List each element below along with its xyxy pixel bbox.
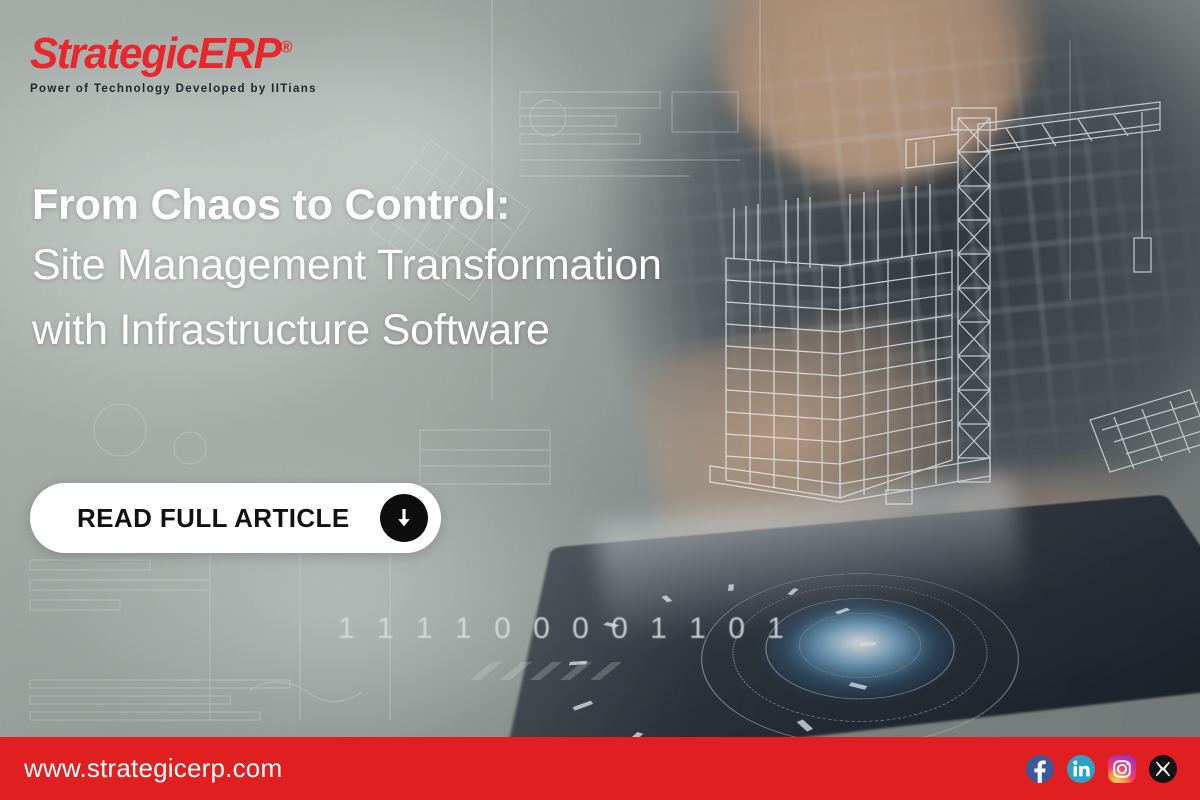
marketing-banner: 1 1 1 1 0 0 0 0 1 1 0 1 StrategicERP® Po…: [0, 0, 1200, 800]
headline: From Chaos to Control: Site Management T…: [32, 178, 772, 364]
logo-tagline: Power of Technology Developed by IITians: [30, 83, 317, 95]
footer-bar: www.strategicerp.com: [0, 737, 1200, 800]
registered-mark-icon: ®: [280, 37, 293, 57]
x-twitter-icon[interactable]: [1148, 754, 1178, 784]
headline-line-2: Site Management Transformation: [32, 241, 662, 290]
arrow-down-circle-icon[interactable]: [379, 494, 428, 542]
linkedin-icon[interactable]: [1066, 754, 1096, 784]
website-url[interactable]: www.strategicerp.com: [24, 753, 282, 784]
headline-line-1: From Chaos to Control:: [32, 181, 511, 229]
cta-label: READ FULL ARTICLE: [77, 502, 350, 533]
social-links: [1025, 754, 1178, 784]
brand-logo: StrategicERP® Power of Technology Develo…: [30, 29, 317, 96]
photo-veil: [0, 0, 1200, 800]
read-full-article-button[interactable]: READ FULL ARTICLE: [30, 483, 441, 553]
logo-wordmark: StrategicERP®: [30, 29, 293, 78]
instagram-icon[interactable]: [1107, 754, 1137, 784]
background-photo: 1 1 1 1 0 0 0 0 1 1 0 1: [0, 0, 1200, 800]
facebook-icon[interactable]: [1025, 754, 1055, 784]
logo-word-text: StrategicERP: [30, 29, 282, 78]
headline-line-3: with Infrastructure Software: [32, 306, 550, 355]
